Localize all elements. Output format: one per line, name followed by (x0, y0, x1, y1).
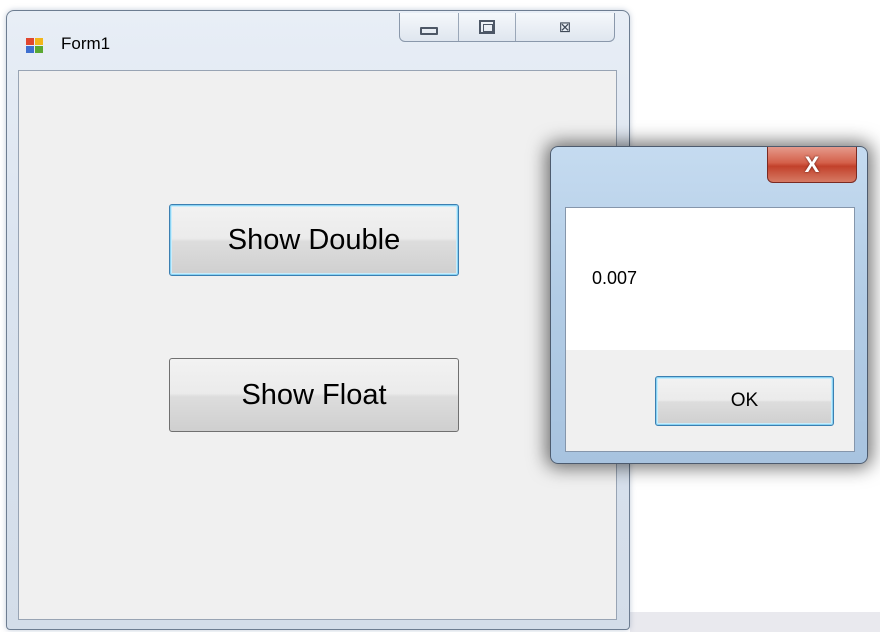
dialog-close-button[interactable]: X (767, 147, 857, 183)
dialog-body: 0.007 OK (565, 207, 855, 452)
dialog-message-text: 0.007 (592, 268, 638, 288)
close-button[interactable]: ⊠ (516, 13, 614, 41)
desktop-background (630, 612, 880, 632)
minimize-button[interactable] (400, 13, 459, 41)
message-box-dialog: X 0.007 OK (550, 146, 868, 464)
winforms-app-icon (26, 38, 46, 56)
form1-titlebar[interactable]: Form1 ⊠ (7, 11, 629, 71)
form1-client-area: Show Double Show Float (18, 70, 617, 620)
ok-button[interactable]: OK (655, 376, 834, 426)
maximize-icon (479, 20, 495, 34)
show-double-label: Show Double (227, 223, 401, 256)
window-title: Form1 (61, 34, 111, 53)
close-icon: X (804, 151, 820, 177)
caption-buttons: ⊠ (399, 13, 615, 42)
show-double-button[interactable]: Show Double (169, 204, 459, 276)
maximize-button[interactable] (459, 13, 516, 41)
close-icon: ⊠ (558, 19, 572, 36)
minimize-icon (420, 27, 438, 35)
ok-button-label: OK (730, 390, 759, 411)
show-float-label: Show Float (241, 378, 387, 411)
show-float-button[interactable]: Show Float (169, 358, 459, 432)
form1-window: Form1 ⊠ Show Double Show Float (6, 10, 630, 630)
dialog-message-area: 0.007 (566, 208, 854, 350)
